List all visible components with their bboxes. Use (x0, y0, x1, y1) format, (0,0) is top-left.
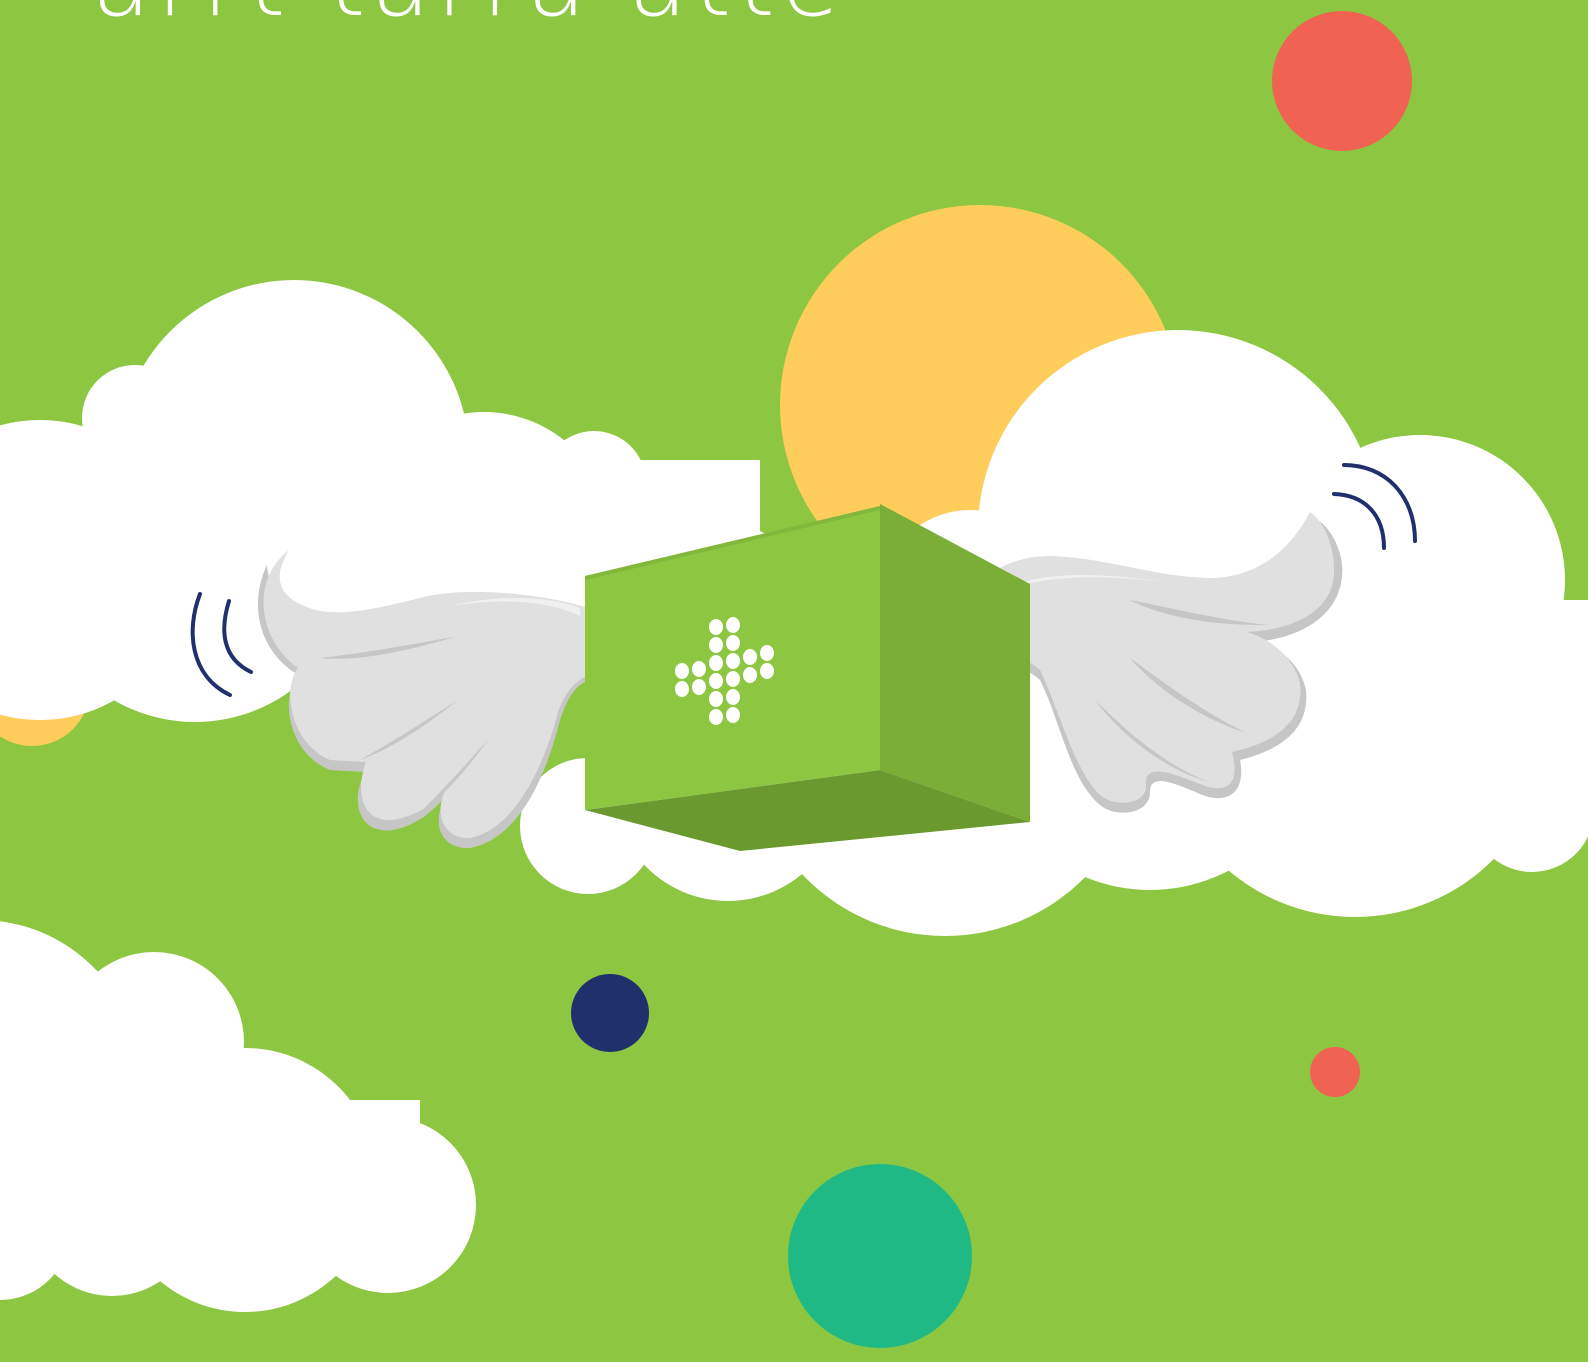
illustration-canvas: arrt tarra atte (0, 0, 1588, 1362)
red-dot-top-right (1272, 11, 1412, 151)
navy-dot (571, 974, 649, 1052)
cloud-bottom-left (0, 921, 476, 1312)
flying-box-illustration (0, 11, 1588, 1348)
teal-dot-bottom (788, 1164, 972, 1348)
headline-text: arrt tarra atte (92, 0, 846, 30)
red-dot-small (1310, 1047, 1360, 1097)
